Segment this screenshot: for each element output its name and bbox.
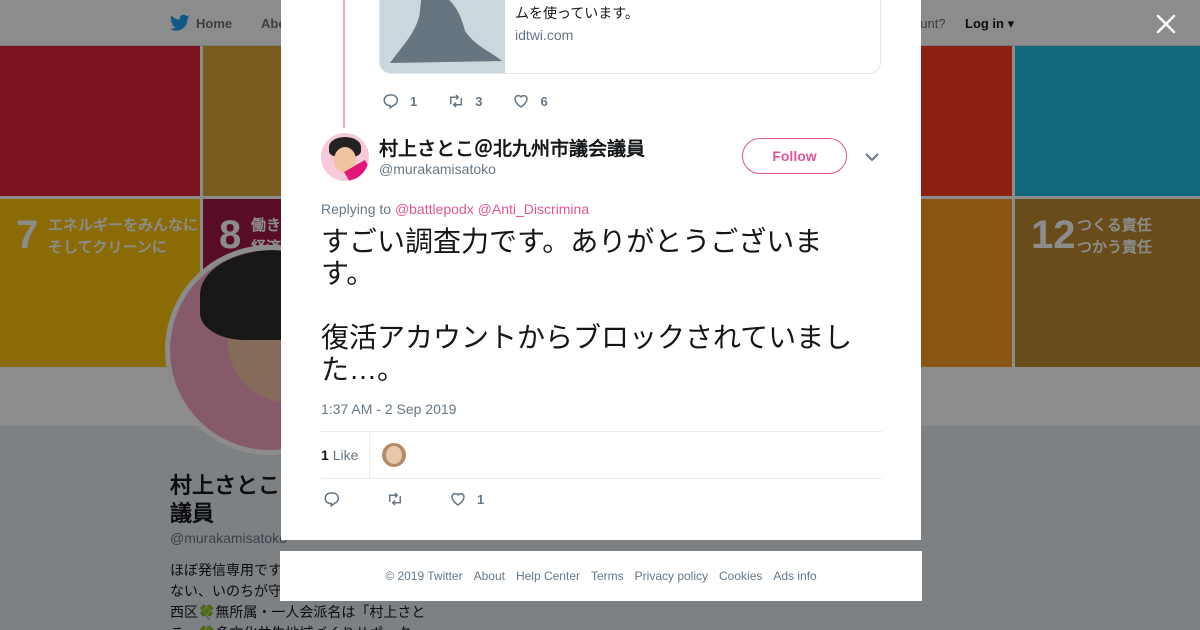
heart-icon bbox=[514, 94, 529, 108]
replying-to: Replying to @battlepodx @Anti_Discrimina bbox=[321, 201, 589, 217]
liker-avatar[interactable] bbox=[382, 443, 406, 467]
likes-stat-count: 1 bbox=[321, 447, 329, 463]
card-description: ムを使っています。 bbox=[515, 5, 639, 21]
tweet-modal: ムを使っています。 idtwi.com 1 3 6 村上さとこ＠北九州市議会議員… bbox=[281, 0, 921, 540]
heart-icon bbox=[451, 492, 465, 506]
reply-button[interactable]: 1 bbox=[382, 92, 417, 110]
like-count: 6 bbox=[540, 93, 548, 109]
retweet-button[interactable]: 3 bbox=[447, 92, 482, 110]
retweet-count: 3 bbox=[475, 93, 483, 109]
stats-divider bbox=[369, 432, 370, 479]
card-domain: idtwi.com bbox=[515, 27, 574, 43]
footer-link[interactable]: Terms bbox=[591, 569, 624, 583]
footer-link[interactable]: © 2019 Twitter bbox=[385, 569, 462, 583]
author-name[interactable]: 村上さとこ＠北九州市議会議員 bbox=[379, 134, 645, 161]
author-avatar[interactable] bbox=[321, 133, 369, 181]
like-button[interactable]: 1 bbox=[449, 490, 484, 508]
modal-footer: © 2019 Twitter About Help Center Terms Priva… bbox=[280, 551, 922, 601]
thread-line bbox=[343, 0, 345, 128]
tweet-timestamp[interactable]: 1:37 AM - 2 Sep 2019 bbox=[321, 401, 456, 417]
card-thumbnail bbox=[380, 0, 505, 73]
author-handle[interactable]: @murakamisatoko bbox=[379, 161, 496, 177]
reply-icon bbox=[324, 492, 340, 508]
replying-prefix: Replying to bbox=[321, 201, 392, 217]
reply-icon bbox=[383, 94, 399, 110]
tweet-text: すごい調査力です。ありがとうございま す。 復活アカウントからブロックされていま… bbox=[321, 226, 853, 385]
retweet-icon bbox=[450, 94, 463, 108]
reply-count: 1 bbox=[410, 93, 418, 109]
likes-stat-label: Like bbox=[332, 447, 359, 463]
previous-tweet-actions: 1 3 6 bbox=[382, 92, 578, 110]
follow-button[interactable]: Follow bbox=[742, 138, 847, 174]
mention-link[interactable]: @battlepodx bbox=[395, 201, 474, 217]
reply-button[interactable] bbox=[323, 490, 341, 508]
tweet-stats: 1 Like bbox=[321, 431, 882, 479]
tweet-actions: 1 bbox=[323, 490, 529, 508]
chevron-down-icon[interactable] bbox=[863, 148, 881, 166]
mention-link[interactable]: @Anti_Discrimina bbox=[478, 201, 589, 217]
close-icon[interactable] bbox=[1152, 10, 1180, 38]
footer-link[interactable]: Privacy policy bbox=[635, 569, 708, 583]
footer-link[interactable]: Ads info bbox=[773, 569, 816, 583]
retweet-button[interactable] bbox=[386, 490, 404, 508]
footer-link[interactable]: About bbox=[474, 569, 505, 583]
likes-stat[interactable]: 1 Like bbox=[321, 447, 358, 463]
retweet-icon bbox=[389, 492, 401, 506]
like-button[interactable]: 6 bbox=[512, 92, 548, 110]
like-count: 1 bbox=[477, 491, 485, 507]
link-card[interactable]: ムを使っています。 idtwi.com bbox=[379, 0, 881, 74]
footer-link[interactable]: Help Center bbox=[516, 569, 580, 583]
footer-link[interactable]: Cookies bbox=[719, 569, 762, 583]
